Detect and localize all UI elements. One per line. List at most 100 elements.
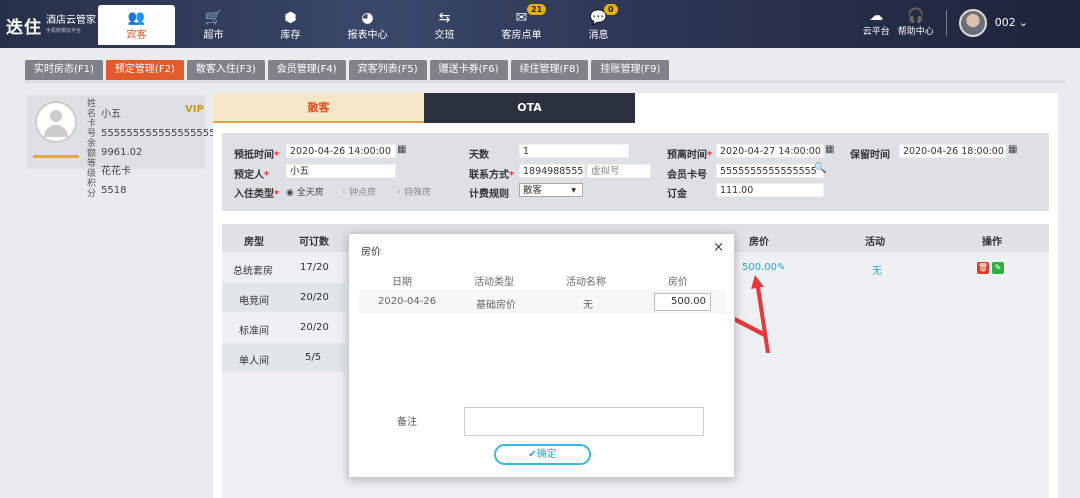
box-icon: ⬢ [284, 9, 297, 26]
close-icon[interactable]: × [713, 240, 724, 255]
vip-badge: VIP [185, 104, 204, 115]
nav-right: ☁ 云平台 🎧 帮助中心 002 ⌄ [863, 8, 1028, 37]
tab-walkin-checkin[interactable]: 散客入住(F3) [186, 60, 265, 80]
column-activity-name: 活动名称 [566, 277, 606, 288]
note-textarea[interactable] [464, 407, 704, 436]
tab-ota[interactable]: OTA [424, 93, 635, 123]
tab-guest-list[interactable]: 宾客列表(F5) [348, 60, 427, 80]
row-activity-name: 无 [583, 300, 593, 311]
nav-report[interactable]: ◕ 报表中心 [329, 5, 406, 45]
keep-time-label: 保留时间 [850, 150, 890, 161]
users-icon: 👥 [127, 9, 146, 26]
booker-label: 预定人* [234, 170, 270, 181]
calendar-icon[interactable]: ▦ [397, 144, 406, 155]
nav-guest[interactable]: 👥 宾客 [98, 5, 175, 45]
member-level-bar [33, 155, 79, 158]
note-label: 备注 [397, 417, 417, 428]
table-row[interactable]: 总统套房 17/20 [222, 253, 346, 282]
nav-market[interactable]: 🛒 超市 [175, 5, 252, 45]
member-avatar-icon [35, 101, 77, 143]
calendar-icon[interactable]: ▦ [825, 144, 834, 155]
top-navbar: 迭住 酒店云管家 手机收银云平台 👥 宾客 🛒 超市 ⬢ 库存 ◕ 报表中心 ⇆… [0, 0, 1080, 48]
room-price-link[interactable]: 500.00✎ [742, 262, 785, 273]
billing-rule-select[interactable]: 散客 ▾ [519, 183, 583, 197]
divider [945, 9, 947, 36]
tab-gift-coupons[interactable]: 赠送卡券(F6) [429, 60, 508, 80]
pie-chart-icon: ◕ [361, 9, 374, 26]
logo: 迭住 酒店云管家 手机收银云平台 [6, 13, 96, 39]
cart-icon: 🛒 [204, 9, 223, 26]
nav-stock[interactable]: ⬢ 库存 [252, 5, 329, 45]
booker-input[interactable]: 小五 [286, 164, 396, 178]
contact-input[interactable]: 18949885555 [519, 164, 585, 178]
arrive-time-label: 预抵时间* [234, 150, 280, 161]
sub-tabs: 实时房态(F1) 预定管理(F2) 散客入住(F3) 会员管理(F4) 宾客列表… [25, 60, 670, 80]
card-number-label: 会员卡号 [667, 170, 707, 181]
column-activity-type: 活动类型 [474, 277, 514, 288]
checkin-type-label: 入住类型* [234, 189, 280, 200]
edit-icon: ✎ [777, 262, 786, 273]
user-menu[interactable]: 002 ⌄ [995, 16, 1028, 29]
nav-shift[interactable]: ⇆ 交班 [406, 5, 483, 45]
tab-realtime-rooms[interactable]: 实时房态(F1) [25, 60, 103, 80]
tab-booking-management[interactable]: 预定管理(F2) [105, 60, 184, 80]
shift-icon: ⇆ [438, 9, 451, 26]
days-label: 天数 [469, 150, 489, 161]
row-activity-type: 基础房价 [476, 300, 516, 311]
price-input[interactable]: 500.00 [654, 293, 711, 311]
column-price: 房价 [668, 277, 688, 288]
calendar-icon[interactable]: ▦ [1008, 144, 1017, 155]
avatar[interactable] [958, 8, 987, 37]
column-date: 日期 [392, 277, 412, 288]
row-date: 2020-04-26 [378, 296, 437, 307]
chevron-down-icon: ⌄ [1018, 16, 1028, 29]
edit-icon[interactable]: ✎ [992, 262, 1004, 274]
main-nav: 👥 宾客 🛒 超市 ⬢ 库存 ◕ 报表中心 ⇆ 交班 21 ✉ 客房点单 0 💬… [98, 4, 637, 45]
keep-time-input[interactable]: 2020-04-26 18:00:00 [899, 144, 1006, 158]
confirm-button[interactable]: ✔确定 [494, 444, 591, 465]
member-card-number: 5555555555555555555 [101, 128, 222, 139]
radio-full-day[interactable]: ◉ 全天房 [286, 185, 324, 198]
table-row: 2020-04-26 基础房价 无 500.00 [359, 290, 726, 314]
table-row[interactable]: 电竞间 20/20 [222, 283, 346, 312]
card-number-input[interactable]: 5555555555555555 [716, 164, 824, 178]
member-card: 姓名卡号余额等级积分 小五 5555555555555555555 9961.0… [27, 95, 222, 199]
table-row[interactable]: 单人间 5/5 [222, 343, 346, 372]
nav-message[interactable]: 0 💬 消息 [560, 4, 637, 45]
billing-rule-label: 计费规则 [469, 189, 509, 200]
help-center-button[interactable]: 🎧 帮助中心 [898, 8, 934, 37]
arrive-time-input[interactable]: 2020-04-26 14:00:00 [286, 144, 396, 158]
delete-icon[interactable]: 🗑 [977, 262, 989, 274]
member-balance: 9961.02 [101, 147, 143, 158]
logo-subtitle: 手机收银云平台 [46, 27, 82, 34]
caret-down-icon: ▾ [571, 185, 576, 196]
activity-value: 无 [872, 266, 882, 277]
table-row[interactable]: 标准间 20/20 [222, 313, 346, 342]
tab-member-management[interactable]: 会员管理(F4) [267, 60, 346, 80]
days-input[interactable]: 1 [519, 144, 629, 158]
member-points: 5518 [101, 185, 127, 196]
search-icon[interactable]: 🔍 [814, 163, 826, 174]
leave-time-input[interactable]: 2020-04-27 14:00:00 [716, 144, 824, 158]
nav-room-order[interactable]: 21 ✉ 客房点单 [483, 4, 560, 45]
tab-underline [25, 80, 1065, 83]
booking-form: 预抵时间* 2020-04-26 14:00:00 ▦ 天数 1 预离时间* 2… [222, 133, 1049, 211]
radio-special[interactable]: ◦ 特殊房 [396, 185, 431, 198]
room-price-dialog: 房价 × 日期 活动类型 活动名称 房价 2020-04-26 基础房价 无 5… [348, 233, 735, 478]
logo-brand: 迭住 [6, 18, 42, 38]
tab-extend-stay[interactable]: 续住管理(F8) [510, 60, 589, 80]
member-level: 花花卡 [101, 166, 131, 177]
cloud-platform-button[interactable]: ☁ 云平台 [863, 8, 890, 37]
contact-label: 联系方式* [469, 170, 515, 181]
radio-hourly[interactable]: ◦ 钟点房 [341, 185, 376, 198]
headset-icon: 🎧 [907, 8, 925, 24]
deposit-input[interactable]: 111.00 [716, 183, 824, 197]
logo-title: 酒店云管家 [46, 14, 96, 26]
virtual-number-input[interactable]: 虚拟号 [587, 164, 651, 178]
tab-credit-management[interactable]: 挂账管理(F9) [591, 60, 670, 80]
message-badge: 0 [604, 4, 618, 15]
cloud-icon: ☁ [869, 8, 884, 24]
order-icon: ✉ [515, 9, 528, 26]
tab-walkin[interactable]: 散客 [213, 93, 424, 123]
dialog-title: 房价 [361, 247, 381, 258]
